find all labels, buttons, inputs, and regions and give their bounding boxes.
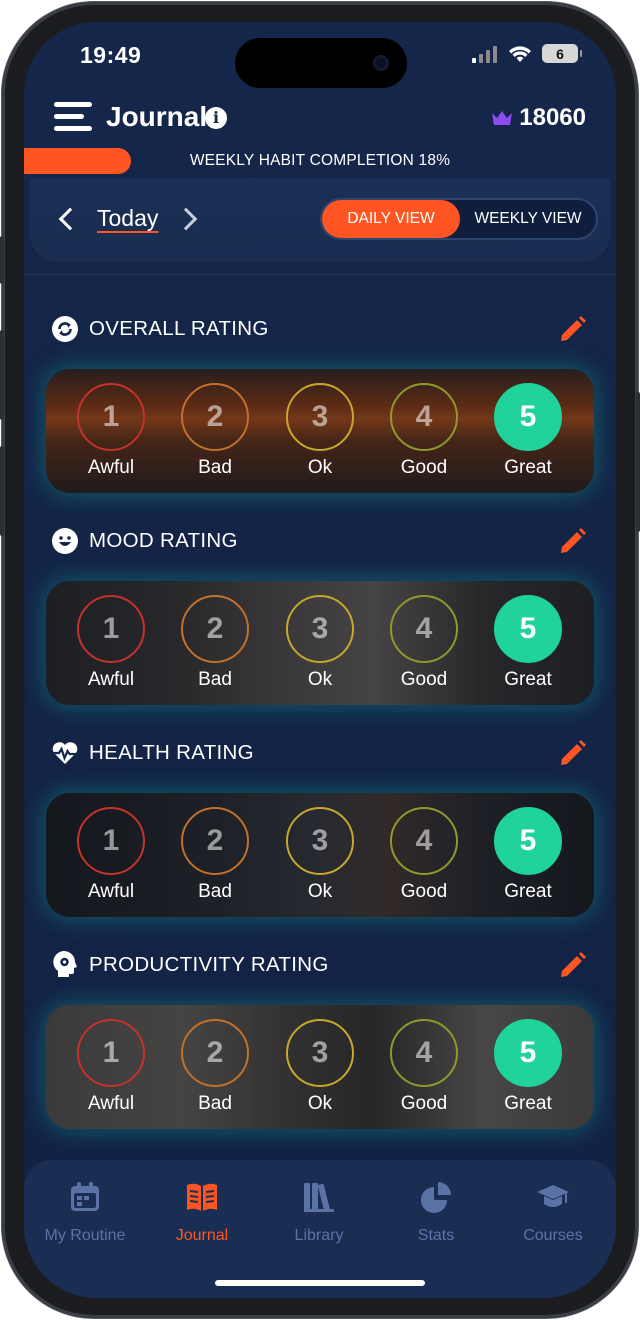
tab-courses[interactable]: Courses <box>494 1180 612 1245</box>
rating-option-2[interactable]: 2 Bad <box>179 595 251 691</box>
rating-card-mood: 1 Awful 2 Bad 3 Ok 4 Good 5 Great <box>46 581 594 705</box>
rating-option-3[interactable]: 3 Ok <box>284 383 356 479</box>
weekly-progress-bar: WEEKLY HABIT COMPLETION 18% <box>24 148 616 174</box>
view-toggle: DAILY VIEW WEEKLY VIEW <box>320 198 598 240</box>
calendar-icon <box>71 1182 99 1211</box>
tab-my-routine[interactable]: My Routine <box>26 1180 144 1245</box>
front-camera <box>373 55 389 71</box>
info-icon[interactable]: i <box>205 107 227 129</box>
rating-option-4[interactable]: 4 Good <box>388 1019 460 1115</box>
rating-option-4[interactable]: 4 Good <box>388 595 460 691</box>
rating-option-1[interactable]: 1 Awful <box>75 383 147 479</box>
brain-gear-icon <box>53 951 77 977</box>
rating-card-productivity: 1 Awful 2 Bad 3 Ok 4 Good 5 Great <box>46 1005 594 1129</box>
hamburger-menu-icon[interactable] <box>54 102 92 132</box>
pencil-edit-icon[interactable] <box>558 314 588 344</box>
rating-option-2[interactable]: 2 Bad <box>179 1019 251 1115</box>
tab-stats[interactable]: Stats <box>377 1180 495 1245</box>
volume-down-button <box>0 446 4 536</box>
heartbeat-icon <box>52 742 78 764</box>
smiley-icon <box>52 528 78 554</box>
pie-chart-icon <box>421 1182 451 1213</box>
rating-option-4[interactable]: 4 Good <box>388 383 460 479</box>
section-title-health: HEALTH RATING <box>89 741 254 764</box>
crown-icon <box>492 111 513 125</box>
dynamic-island <box>235 38 407 88</box>
daily-view-button[interactable]: DAILY VIEW <box>322 200 460 238</box>
rating-option-2[interactable]: 2 Bad <box>179 807 251 903</box>
divider <box>24 274 616 275</box>
points-value: 18060 <box>519 104 586 131</box>
rating-option-3[interactable]: 3 Ok <box>284 807 356 903</box>
open-book-icon <box>187 1183 217 1211</box>
current-date-label[interactable]: Today <box>97 205 158 232</box>
rating-option-3[interactable]: 3 Ok <box>284 1019 356 1115</box>
section-title-productivity: PRODUCTIVITY RATING <box>89 953 329 976</box>
page-title: Journal <box>106 101 208 132</box>
rating-option-5-selected[interactable]: 5 Great <box>492 807 564 903</box>
books-icon <box>304 1183 334 1212</box>
battery-icon: 6 <box>542 44 582 63</box>
power-button <box>636 392 640 532</box>
rating-option-3[interactable]: 3 Ok <box>284 595 356 691</box>
wifi-icon <box>509 45 531 62</box>
volume-up-button <box>0 330 4 420</box>
pencil-edit-icon[interactable] <box>558 738 588 768</box>
tab-journal[interactable]: Journal <box>143 1180 261 1245</box>
rating-option-5-selected[interactable]: 5 Great <box>492 595 564 691</box>
rating-option-4[interactable]: 4 Good <box>388 807 460 903</box>
status-indicators: 6 <box>472 44 582 63</box>
rating-option-5-selected[interactable]: 5 Great <box>492 383 564 479</box>
rating-card-health: 1 Awful 2 Bad 3 Ok 4 Good 5 Great <box>46 793 594 917</box>
rating-option-1[interactable]: 1 Awful <box>75 807 147 903</box>
rating-option-1[interactable]: 1 Awful <box>75 595 147 691</box>
rating-option-1[interactable]: 1 Awful <box>75 1019 147 1115</box>
cellular-signal-icon <box>472 45 497 63</box>
progress-label: WEEKLY HABIT COMPLETION 18% <box>189 152 451 169</box>
home-indicator <box>215 1280 425 1286</box>
pencil-edit-icon[interactable] <box>558 950 588 980</box>
status-time: 19:49 <box>80 42 142 68</box>
app-screen: 19:49 6 Journal i 18060 WEEKLY HABIT COM… <box>24 22 616 1298</box>
tab-library[interactable]: Library <box>260 1180 378 1245</box>
pencil-edit-icon[interactable] <box>558 526 588 556</box>
bottom-tab-bar: My Routine Journal Library Stats Courses <box>24 1160 616 1298</box>
rating-option-2[interactable]: 2 Bad <box>179 383 251 479</box>
rating-card-overall: 1 Awful 2 Bad 3 Ok 4 Good 5 Great <box>46 369 594 493</box>
weekly-view-button[interactable]: WEEKLY VIEW <box>460 200 596 238</box>
refresh-icon <box>52 316 78 342</box>
section-title-mood: MOOD RATING <box>89 529 238 552</box>
action-button <box>0 236 4 284</box>
section-title-overall: OVERALL RATING <box>89 317 269 340</box>
points-balance[interactable]: 18060 <box>491 104 586 132</box>
graduation-cap-icon <box>537 1185 569 1207</box>
rating-option-5-selected[interactable]: 5 Great <box>492 1019 564 1115</box>
